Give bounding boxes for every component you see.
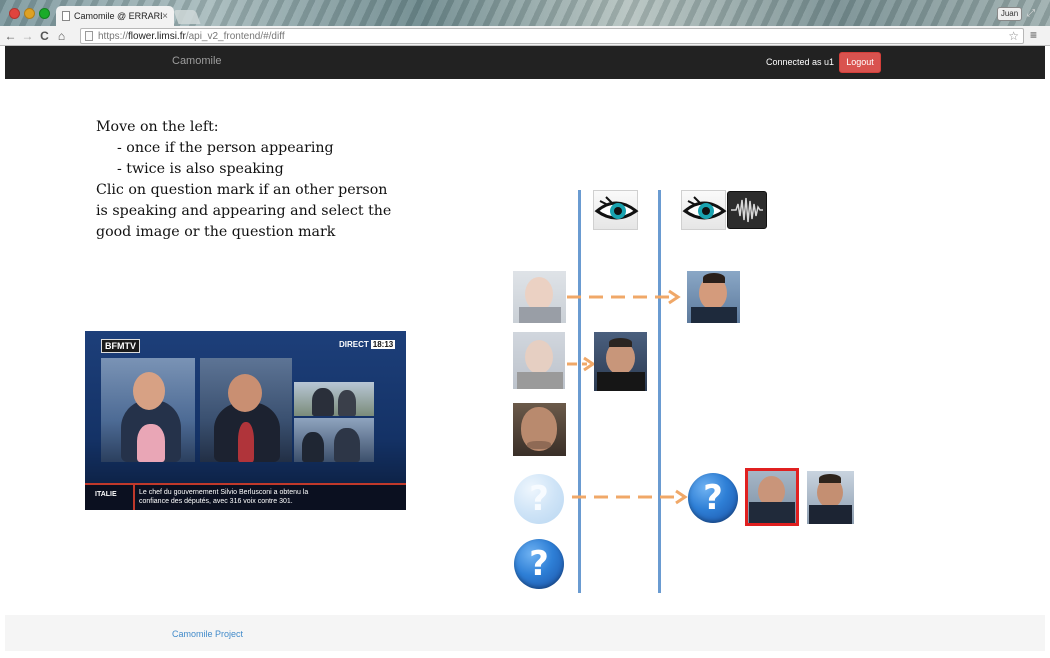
back-icon[interactable]: ← bbox=[4, 26, 17, 46]
suit bbox=[597, 372, 645, 391]
url-scheme: https:// bbox=[98, 30, 129, 42]
eye-icon bbox=[682, 196, 727, 220]
forward-icon[interactable]: → bbox=[21, 26, 34, 46]
zoom-window-button[interactable] bbox=[39, 8, 50, 19]
ticker-divider bbox=[133, 485, 135, 510]
speaking-column-waveform bbox=[727, 191, 767, 229]
question-mark-icon[interactable]: ? bbox=[688, 473, 738, 523]
page-footer: Camomile Project bbox=[5, 615, 1045, 651]
instruction-line: good image or the question mark bbox=[96, 224, 336, 240]
arrow-icon bbox=[572, 489, 688, 505]
face bbox=[525, 340, 553, 374]
instructions-text: Move on the left: - once if the person a… bbox=[96, 117, 391, 243]
connected-user-text: Connected as u1 bbox=[766, 57, 835, 67]
video-pane-crowd bbox=[294, 382, 374, 416]
annotation-diagram: ? ? ? bbox=[505, 185, 875, 595]
profile-button[interactable]: Juan bbox=[997, 7, 1022, 21]
question-mark-icon[interactable]: ? bbox=[514, 474, 564, 524]
app-navbar: Camomile Connected as u1 Logout bbox=[5, 46, 1045, 79]
person-silhouette bbox=[312, 388, 334, 416]
ticker-text: Le chef du gouvernement Silvio Berluscon… bbox=[139, 488, 399, 506]
footer-project-link[interactable]: Camomile Project bbox=[172, 629, 243, 639]
bookmark-star-icon[interactable]: ☆ bbox=[1008, 29, 1019, 43]
column-divider-appearing bbox=[578, 190, 581, 593]
menu-icon[interactable]: ≡ bbox=[1030, 28, 1037, 42]
page-icon bbox=[62, 11, 70, 21]
column-divider-speaking bbox=[658, 190, 661, 593]
fullscreen-icon[interactable]: ⤢ bbox=[1027, 8, 1035, 19]
address-bar[interactable]: https:// flower.limsi.fr /api_v2_fronten… bbox=[80, 28, 1024, 44]
news-ticker: ITALIE Le chef du gouvernement Silvio Be… bbox=[85, 483, 406, 510]
instruction-line: Move on the left: bbox=[96, 119, 219, 135]
live-clock: 18:13 bbox=[370, 340, 396, 349]
suit bbox=[691, 307, 737, 323]
hair bbox=[703, 273, 725, 283]
reload-icon[interactable]: C bbox=[38, 26, 51, 46]
browser-tab-strip: Camomile @ ERRARE × Juan ⤢ bbox=[0, 0, 1050, 26]
channel-logo: BFMTV bbox=[101, 339, 140, 353]
instruction-line: is speaking and appearing and select the bbox=[96, 203, 392, 219]
mouth bbox=[527, 441, 551, 449]
minimize-window-button[interactable] bbox=[24, 8, 35, 19]
ticker-line: Le chef du gouvernement Silvio Berluscon… bbox=[139, 489, 309, 496]
video-pane-guest-left bbox=[101, 358, 195, 462]
shirt bbox=[137, 424, 165, 462]
appearing-column-header bbox=[593, 190, 639, 230]
url-host: flower.limsi.fr bbox=[128, 30, 186, 42]
live-indicator: DIRECT 18:13 bbox=[339, 340, 396, 349]
ticker-line: confiance des députés, avec 316 voix con… bbox=[139, 498, 293, 505]
eye-icon bbox=[594, 196, 639, 220]
selected-candidate-frame bbox=[745, 468, 799, 526]
suit bbox=[809, 505, 852, 524]
arrow-icon bbox=[567, 289, 681, 305]
tab-title: Camomile @ ERRARE bbox=[74, 11, 163, 21]
video-pane-guest-right bbox=[200, 358, 292, 462]
arrow-icon bbox=[567, 356, 596, 372]
face-thumbnail-appearing[interactable] bbox=[594, 332, 647, 391]
video-frame[interactable]: BFMTV DIRECT 18:13 ITALIE Le chef du gouv… bbox=[85, 331, 406, 510]
speaking-column-eye bbox=[681, 190, 727, 230]
browser-tab[interactable]: Camomile @ ERRARE × bbox=[56, 6, 174, 26]
suit bbox=[519, 307, 561, 323]
brand-link[interactable]: Camomile bbox=[172, 55, 222, 67]
face bbox=[228, 374, 262, 412]
person-silhouette bbox=[302, 432, 324, 462]
video-pane-meeting bbox=[294, 418, 374, 462]
person-silhouette bbox=[338, 390, 356, 416]
waveform-icon bbox=[731, 197, 763, 223]
tie bbox=[238, 422, 254, 462]
live-label: DIRECT bbox=[339, 340, 369, 349]
suit bbox=[517, 372, 563, 389]
person-silhouette bbox=[334, 428, 360, 462]
url-path: /api_v2_frontend/#/diff bbox=[185, 30, 285, 42]
instruction-line: - once if the person appearing bbox=[117, 140, 334, 156]
logout-button[interactable]: Logout bbox=[839, 52, 881, 73]
face-thumbnail-speaking[interactable] bbox=[687, 271, 740, 323]
new-tab-button[interactable] bbox=[173, 10, 201, 24]
tab-close-icon[interactable]: × bbox=[162, 11, 168, 22]
home-icon[interactable]: ⌂ bbox=[55, 26, 68, 46]
face-thumbnail-candidate[interactable] bbox=[807, 471, 854, 524]
face-thumbnail-source[interactable] bbox=[513, 332, 565, 389]
hair bbox=[819, 474, 841, 483]
close-window-button[interactable] bbox=[9, 8, 20, 19]
face-thumbnail-source[interactable] bbox=[513, 403, 566, 456]
instruction-line: - twice is also speaking bbox=[117, 161, 284, 177]
browser-toolbar: ← → C ⌂ https:// flower.limsi.fr /api_v2… bbox=[0, 26, 1050, 46]
instruction-line: Clic on question mark if an other person bbox=[96, 182, 388, 198]
hair bbox=[609, 338, 632, 347]
page-icon bbox=[85, 31, 93, 41]
ticker-tag: ITALIE bbox=[95, 491, 117, 498]
face bbox=[133, 372, 165, 410]
question-mark-icon[interactable]: ? bbox=[514, 539, 564, 589]
face-thumbnail-source[interactable] bbox=[513, 271, 566, 323]
face bbox=[525, 277, 553, 311]
